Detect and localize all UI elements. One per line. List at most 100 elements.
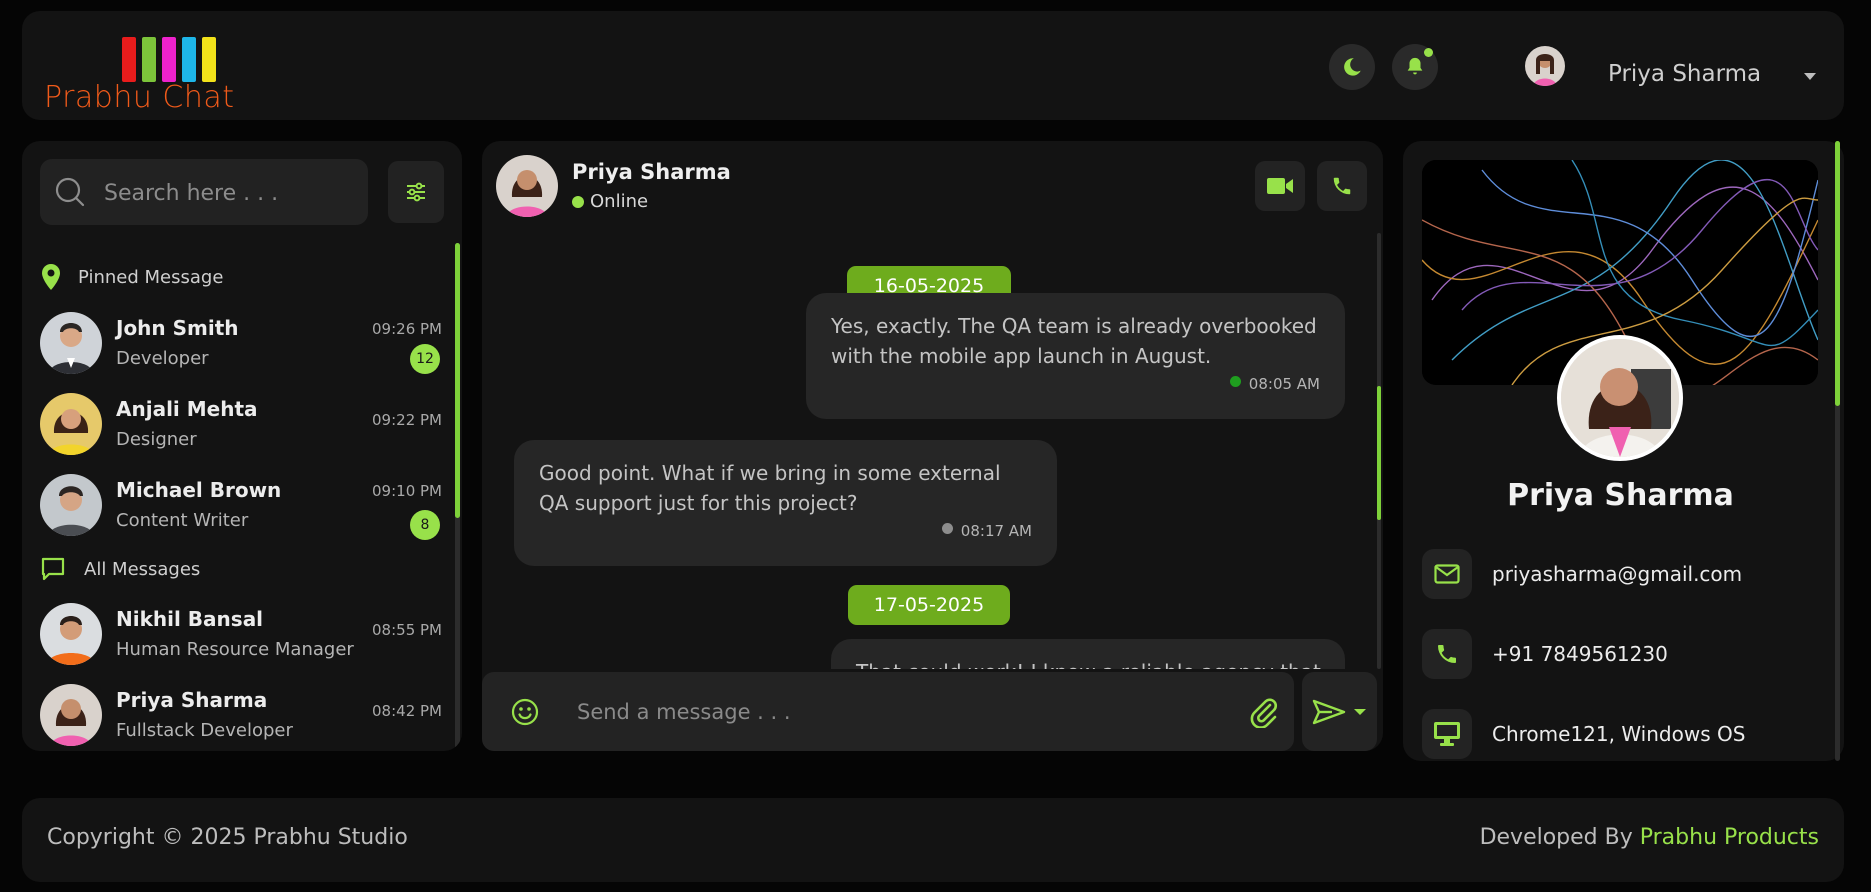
list-item[interactable]: Priya Sharma Fullstack Developer 08:42 P… xyxy=(22,678,442,751)
contact-time: 09:10 PM xyxy=(372,482,442,500)
logo-bars-icon xyxy=(122,37,232,82)
contact-name: Nikhil Bansal xyxy=(116,607,264,631)
profile-device: Chrome121, Windows OS xyxy=(1492,722,1746,746)
online-dot xyxy=(572,196,584,208)
top-header: Prabhu Chat Priya Sharma xyxy=(22,11,1844,120)
profile-email: priyasharma@gmail.com xyxy=(1492,562,1743,586)
message-text: Yes, exactly. The QA team is already ove… xyxy=(831,314,1317,368)
message-time: 08:05 AM xyxy=(1248,375,1320,393)
avatar xyxy=(40,474,102,536)
avatar xyxy=(40,684,102,746)
chat-contact-name: Priya Sharma xyxy=(572,160,731,184)
avatar xyxy=(40,603,102,665)
contact-role: Developer xyxy=(116,348,209,369)
date-separator: 17-05-2025 xyxy=(848,585,1010,625)
profile-phone-row[interactable]: +91 7849561230 xyxy=(1422,629,1822,681)
footer: Copyright © 2025 Prabhu Studio Developed… xyxy=(22,798,1844,882)
contact-role: Fullstack Developer xyxy=(116,720,293,741)
avatar[interactable] xyxy=(496,155,558,217)
list-item[interactable]: Nikhil Bansal Human Resource Manager 08:… xyxy=(22,597,442,677)
contact-name: Michael Brown xyxy=(116,478,282,502)
contact-role: Human Resource Manager xyxy=(116,639,354,660)
chevron-down-icon[interactable] xyxy=(1804,73,1816,80)
online-status: Online xyxy=(572,191,648,212)
filter-button[interactable] xyxy=(388,161,444,223)
logo-text: Prabhu Chat xyxy=(44,80,235,115)
send-button[interactable] xyxy=(1302,672,1377,751)
contact-name: Anjali Mehta xyxy=(116,397,258,421)
phone-icon xyxy=(1422,629,1472,679)
contact-name: John Smith xyxy=(116,316,239,340)
user-menu-name[interactable]: Priya Sharma xyxy=(1608,61,1761,87)
message-text: That could work! I know a reliable agenc… xyxy=(856,657,1321,669)
message-incoming[interactable]: Good point. What if we bring in some ext… xyxy=(514,440,1057,566)
contacts-sidebar: Search here . . . Pinned Message John Sm… xyxy=(22,141,462,751)
message-time: 08:17 AM xyxy=(960,522,1032,540)
message-composer[interactable]: Send a message . . . xyxy=(482,672,1294,751)
emoji-icon xyxy=(511,698,539,726)
online-status-label: Online xyxy=(590,191,649,212)
contact-role: Content Writer xyxy=(116,510,249,531)
contact-time: 08:55 PM xyxy=(372,621,442,639)
theme-toggle-button[interactable] xyxy=(1329,44,1375,90)
notifications-button[interactable] xyxy=(1392,44,1438,90)
contact-time: 09:26 PM xyxy=(372,320,442,338)
voice-call-button[interactable] xyxy=(1317,161,1367,211)
paperclip-icon[interactable] xyxy=(1248,696,1278,728)
contact-time: 08:42 PM xyxy=(372,702,442,720)
message-input[interactable]: Send a message . . . xyxy=(577,700,791,724)
profile-email-row[interactable]: priyasharma@gmail.com xyxy=(1422,549,1822,601)
contact-name: Priya Sharma xyxy=(116,688,268,712)
message-text: Good point. What if we bring in some ext… xyxy=(539,461,1001,515)
envelope-icon xyxy=(1422,549,1472,599)
send-icon xyxy=(1312,699,1346,725)
developed-by: Developed By Prabhu Products xyxy=(1480,825,1819,850)
chat-bubble-icon xyxy=(41,557,65,581)
video-camera-icon xyxy=(1267,178,1293,194)
message-meta: 08:05 AM xyxy=(1229,369,1320,399)
pin-icon xyxy=(42,264,60,290)
video-call-button[interactable] xyxy=(1255,161,1305,211)
profile-scrollbar-thumb[interactable] xyxy=(1835,141,1840,406)
user-avatar[interactable] xyxy=(1525,46,1565,86)
message-list[interactable]: 16-05-2025 Yes, exactly. The QA team is … xyxy=(482,233,1383,669)
list-item[interactable]: Michael Brown Content Writer 09:10 PM 8 xyxy=(22,468,442,548)
phone-icon xyxy=(1333,177,1351,195)
message-outgoing[interactable]: Yes, exactly. The QA team is already ove… xyxy=(806,293,1345,419)
avatar xyxy=(40,393,102,455)
contact-role: Designer xyxy=(116,429,197,450)
copyright-text: Copyright © 2025 Prabhu Studio xyxy=(47,825,408,850)
profile-avatar[interactable] xyxy=(1557,335,1683,461)
all-messages-title: All Messages xyxy=(84,559,201,580)
profile-panel: Priya Sharma priyasharma@gmail.com +91 7… xyxy=(1403,141,1844,761)
message-meta: 08:17 AM xyxy=(941,516,1032,546)
profile-phone: +91 7849561230 xyxy=(1492,642,1668,666)
search-input[interactable]: Search here . . . xyxy=(40,159,368,225)
developed-by-label: Developed By xyxy=(1479,825,1640,850)
bell-icon xyxy=(1407,57,1423,75)
desktop-icon xyxy=(1422,709,1472,759)
delivered-dot xyxy=(1229,376,1241,387)
list-item[interactable]: Anjali Mehta Designer 09:22 PM xyxy=(22,387,442,467)
chevron-down-icon[interactable] xyxy=(1354,709,1366,715)
message-outgoing[interactable]: That could work! I know a reliable agenc… xyxy=(831,639,1345,669)
contact-time: 09:22 PM xyxy=(372,411,442,429)
app-logo[interactable]: Prabhu Chat xyxy=(44,25,244,115)
search-icon xyxy=(55,177,85,207)
avatar xyxy=(40,312,102,374)
sidebar-scrollbar-thumb[interactable] xyxy=(455,243,460,518)
pinned-section-title: Pinned Message xyxy=(78,267,224,288)
unread-badge: 12 xyxy=(410,344,440,374)
unread-badge: 8 xyxy=(410,510,440,540)
profile-name: Priya Sharma xyxy=(1507,478,1734,513)
chat-scrollbar-thumb[interactable] xyxy=(1377,386,1381,520)
list-item[interactable]: John Smith Developer 09:26 PM 12 xyxy=(22,306,442,386)
moon-icon xyxy=(1344,58,1361,76)
developer-link[interactable]: Prabhu Products xyxy=(1640,825,1819,850)
search-placeholder: Search here . . . xyxy=(104,181,279,206)
profile-device-row[interactable]: Chrome121, Windows OS xyxy=(1422,709,1822,761)
sliders-icon xyxy=(407,182,425,202)
chat-window: Priya Sharma Online 16-05-2025 Yes, exac… xyxy=(482,141,1383,751)
notification-dot xyxy=(1424,48,1433,57)
sent-dot xyxy=(941,523,953,534)
